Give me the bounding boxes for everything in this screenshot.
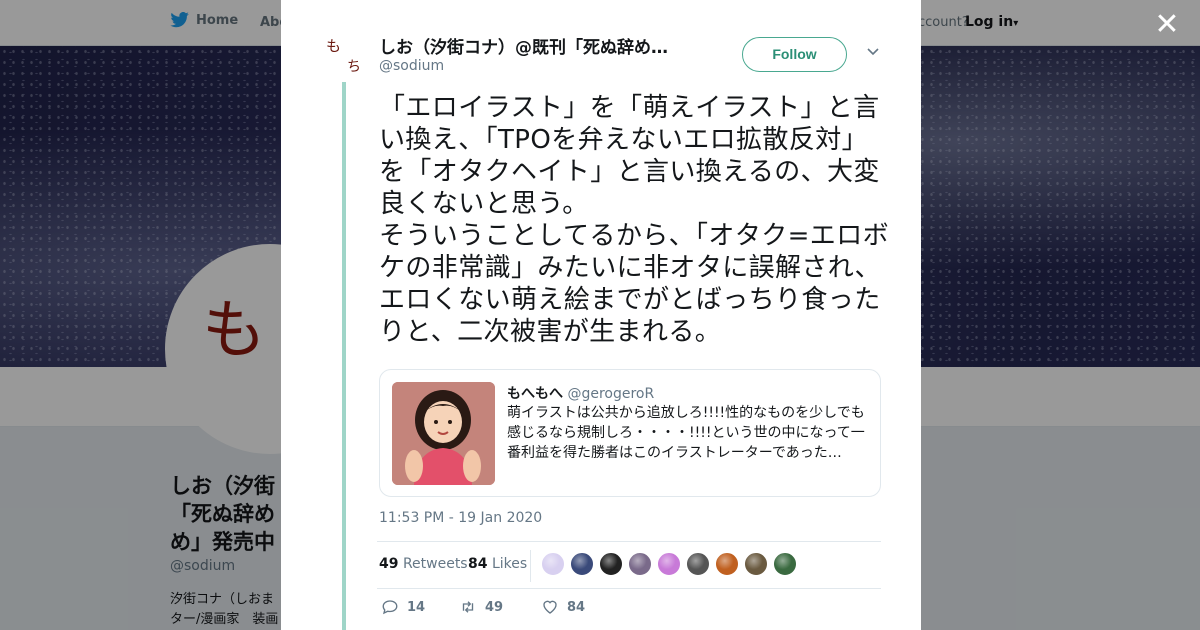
liker-avatar[interactable] [628,552,652,576]
follow-button[interactable]: Follow [742,37,847,72]
likes-count: 84 [468,556,488,572]
reply-count: 14 [407,599,426,615]
likers-avatars [541,552,797,576]
quoted-author-handle: @gerogeroR [567,386,655,402]
author-handle[interactable]: @sodium [379,58,444,74]
heart-icon [543,600,557,614]
retweets-stat[interactable]: 49 Retweets [379,556,468,572]
liker-avatar[interactable] [599,552,623,576]
liker-avatar[interactable] [686,552,710,576]
liker-avatar[interactable] [773,552,797,576]
liker-avatar[interactable] [541,552,565,576]
liker-avatar[interactable] [715,552,739,576]
tweet-text-body: 「エロイラスト」を「萌えイラスト」と言い換え、「TPOを弁えないエロ拡散反対」を… [379,93,890,347]
quoted-tweet-header: もへもへ @gerogeroR [507,383,654,403]
retweet-icon [462,601,474,613]
reply-icon [382,600,398,615]
retweet-button[interactable]: 49 [459,598,503,616]
retweets-count: 49 [379,556,399,572]
retweet-count: 49 [485,599,504,615]
close-icon[interactable]: ✕ [1152,10,1182,40]
author-avatar[interactable]: も ち [321,34,367,80]
avatar-char-2: ち [347,59,361,75]
likes-stat[interactable]: 84 Likes [468,556,527,572]
tweet-text: 「エロイラスト」を「萌えイラスト」と言い換え、「TPOを弁えないエロ拡散反対」を… [379,92,889,348]
tweet-modal: も ち しお（汐街コナ）@既刊「死ぬ辞め… @sodium Follow 「エロ… [281,0,921,630]
avatar-char-1: も [326,37,342,55]
like-count: 84 [567,599,586,615]
quoted-tweet[interactable]: もへもへ @gerogeroR 萌イラストは公共から追放しろ!!!!性的なものを… [379,369,881,497]
likes-label: Likes [491,556,528,572]
tweet-stats: 49 Retweets 84 Likes [377,541,881,589]
retweets-label: Retweets [402,556,468,572]
thread-line [342,82,346,630]
quoted-tweet-image [392,382,495,485]
liker-avatar[interactable] [744,552,768,576]
chevron-down-svg [867,48,879,56]
liker-avatar[interactable] [570,552,594,576]
like-button[interactable]: 84 [541,598,585,616]
reply-button[interactable]: 14 [381,598,425,616]
quoted-tweet-text: 萌イラストは公共から追放しろ!!!!性的なものを少しでも感じるなら規制しろ・・・… [507,405,865,461]
stats-divider [530,550,531,582]
quoted-author-name: もへもへ [507,386,563,402]
tweet-timestamp[interactable]: 11:53 PM - 19 Jan 2020 [379,510,542,526]
chevron-down-icon[interactable] [863,44,883,64]
author-name[interactable]: しお（汐街コナ）@既刊「死ぬ辞め… [379,33,699,58]
illustration-image [392,382,495,485]
liker-avatar[interactable] [657,552,681,576]
